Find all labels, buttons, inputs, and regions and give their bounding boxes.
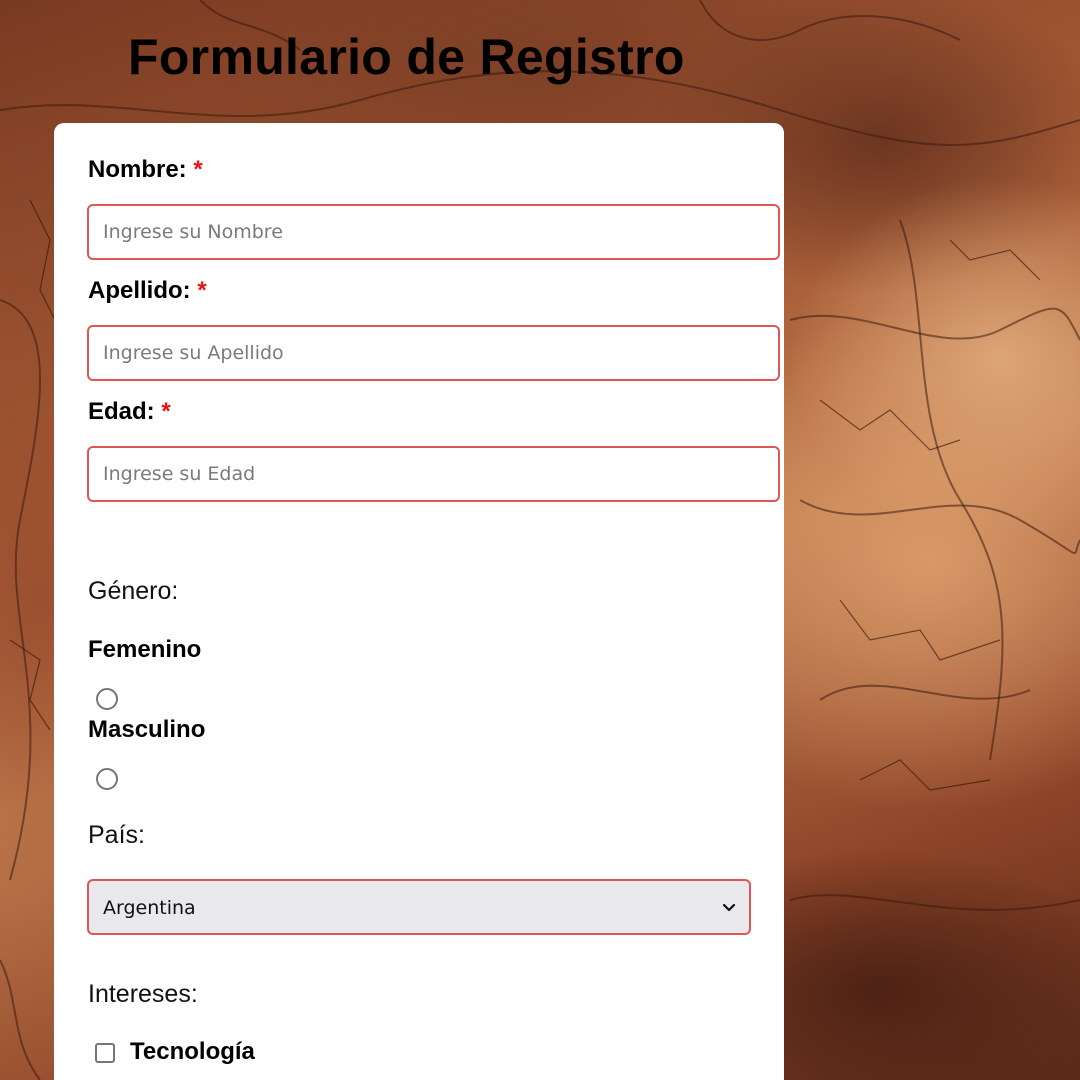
pais-select[interactable]: Argentina: [87, 879, 751, 935]
apellido-label: Apellido: *: [88, 277, 207, 305]
chevron-down-icon: [722, 903, 736, 912]
intereses-label: Intereses:: [88, 980, 198, 1008]
checkbox-label-tecnologia: Tecnología: [130, 1038, 255, 1065]
radio-label-femenino: Femenino: [88, 636, 202, 663]
radio-masculino[interactable]: [96, 768, 118, 790]
radio-label-masculino: Masculino: [88, 716, 206, 743]
pais-selected-value: Argentina: [103, 897, 196, 919]
radio-femenino[interactable]: [96, 688, 118, 710]
registration-form: Nombre: * Apellido: * Edad: * Género: Fe…: [54, 123, 784, 1080]
nombre-label: Nombre: *: [88, 156, 203, 184]
apellido-input[interactable]: [87, 325, 780, 381]
page-title: Formulario de Registro: [128, 29, 685, 85]
required-asterisk: *: [161, 398, 171, 425]
genero-label: Género:: [88, 577, 179, 605]
edad-input[interactable]: [87, 446, 780, 502]
required-asterisk: *: [197, 277, 207, 304]
checkbox-tecnologia[interactable]: [95, 1043, 115, 1063]
apellido-label-text: Apellido:: [88, 277, 191, 304]
required-asterisk: *: [193, 156, 203, 183]
edad-label-text: Edad:: [88, 398, 155, 425]
pais-label: País:: [88, 821, 145, 849]
nombre-input[interactable]: [87, 204, 780, 260]
edad-label: Edad: *: [88, 398, 171, 426]
nombre-label-text: Nombre:: [88, 156, 187, 183]
